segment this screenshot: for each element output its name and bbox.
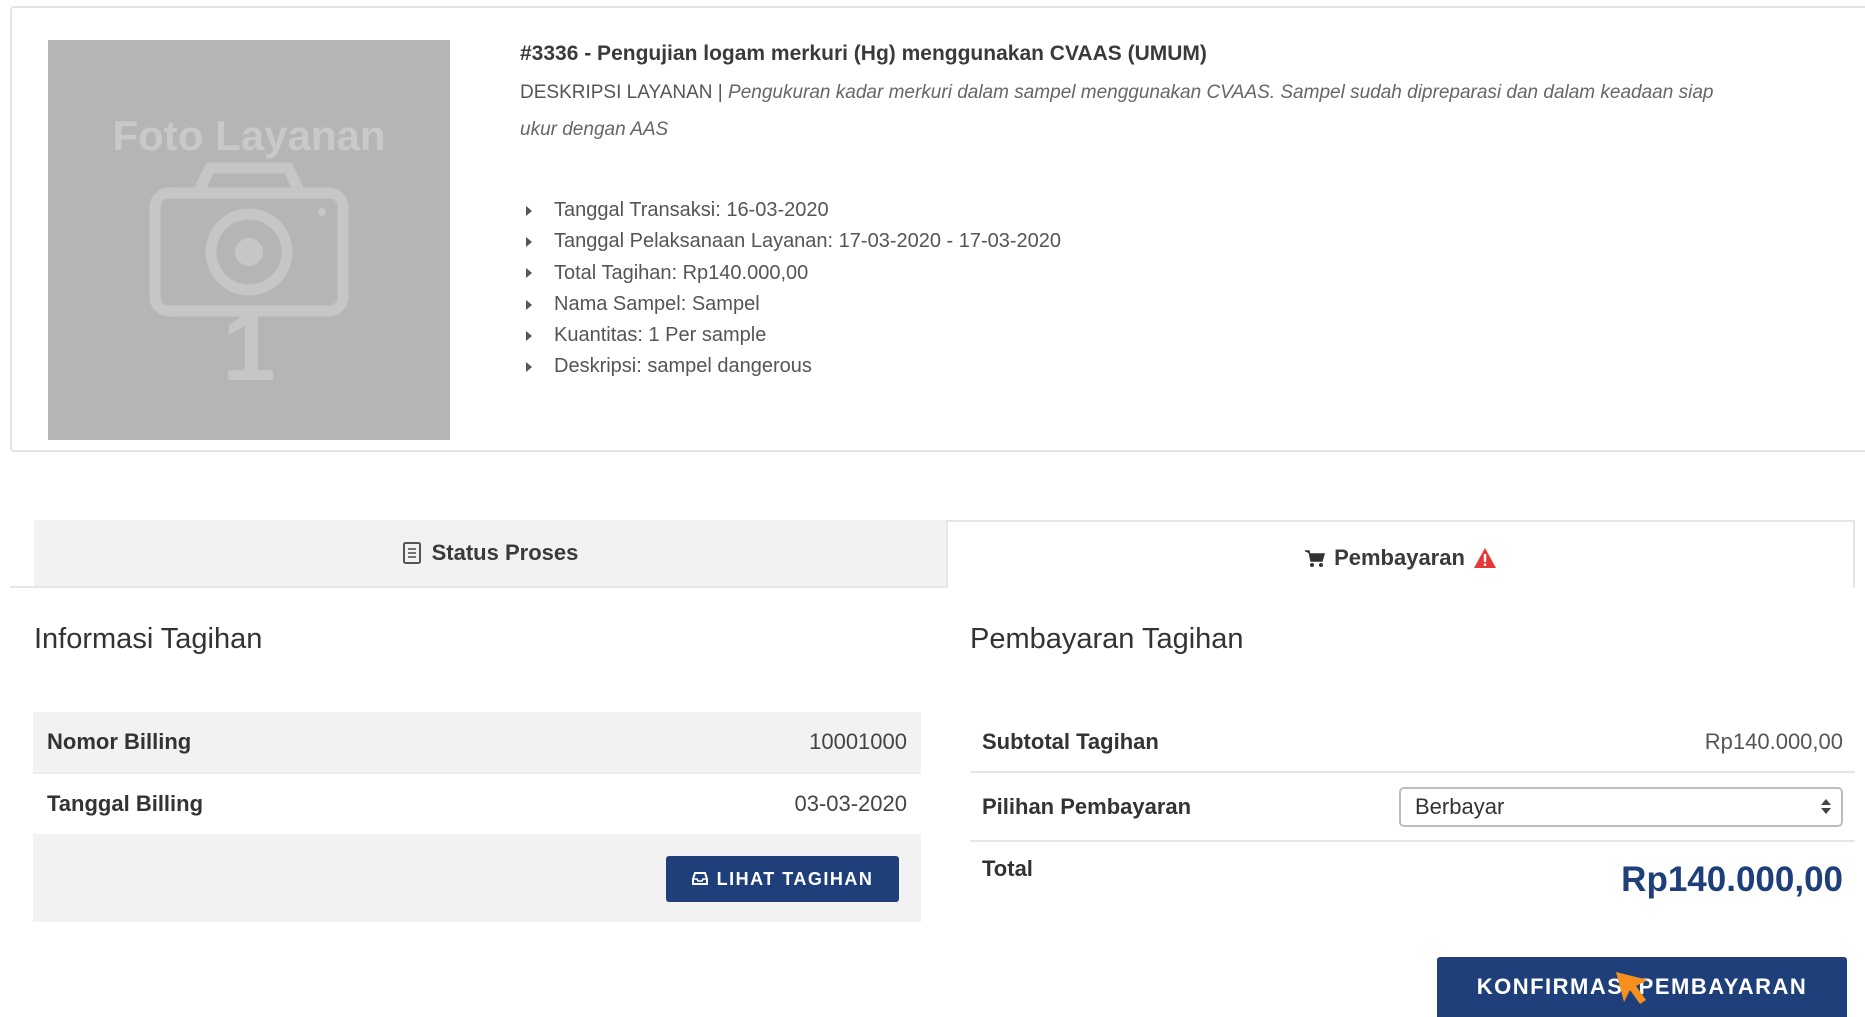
billing-action-row: LIHAT TAGIHAN: [33, 834, 921, 922]
payment-option-label: Pilihan Pembayaran: [982, 793, 1192, 819]
detail-text: Tanggal Pelaksanaan Layanan: 17-03-2020 …: [554, 230, 1062, 253]
tab-status-proses[interactable]: Status Proses: [34, 520, 946, 588]
photo-placeholder-number: 1: [222, 294, 275, 401]
detail-text: Deskripsi: sampel dangerous: [554, 355, 812, 378]
cursor-arrow-icon: [1616, 972, 1648, 1004]
table-row: Subtotal Tagihan Rp140.000,00: [970, 712, 1855, 771]
tab-pembayaran[interactable]: Pembayaran: [946, 520, 1855, 588]
detail-text: Nama Sampel: Sampel: [554, 292, 760, 315]
document-icon: [402, 542, 421, 564]
billing-date-value: 03-03-2020: [794, 791, 907, 816]
payment-heading: Pembayaran Tagihan: [970, 623, 1244, 655]
total-value: Rp140.000,00: [1621, 860, 1843, 899]
view-invoice-label: LIHAT TAGIHAN: [716, 868, 874, 889]
service-details-list: Tanggal Transaksi: 16-03-2020 Tanggal Pe…: [526, 195, 1061, 383]
list-item: Tanggal Pelaksanaan Layanan: 17-03-2020 …: [526, 226, 1061, 257]
tab-bar: Status Proses Pembayaran: [10, 520, 1865, 588]
table-row: Nomor Billing 10001000: [33, 712, 921, 772]
caret-right-icon: [526, 362, 532, 373]
inbox-icon: [691, 872, 708, 885]
tab-pembayaran-label: Pembayaran: [1334, 545, 1465, 570]
view-invoice-button[interactable]: LIHAT TAGIHAN: [666, 856, 899, 902]
caret-right-icon: [526, 330, 532, 341]
subtotal-value: Rp140.000,00: [1704, 728, 1843, 754]
list-item: Nama Sampel: Sampel: [526, 289, 1061, 320]
list-item: Kuantitas: 1 Per sample: [526, 320, 1061, 351]
warning-icon: [1473, 548, 1496, 568]
table-row: Total Rp140.000,00: [970, 842, 1855, 918]
shopping-cart-icon: [1305, 550, 1326, 567]
service-title: #3336 - Pengujian logam merkuri (Hg) men…: [520, 42, 1207, 65]
subtotal-label: Subtotal Tagihan: [982, 728, 1159, 754]
service-description-prefix: DESKRIPSI LAYANAN |: [520, 82, 729, 103]
list-item: Total Tagihan: Rp140.000,00: [526, 258, 1061, 289]
billing-info-heading: Informasi Tagihan: [34, 623, 263, 655]
billing-info-table: Nomor Billing 10001000 Tanggal Billing 0…: [33, 712, 921, 922]
total-label: Total: [982, 856, 1033, 881]
detail-text: Total Tagihan: Rp140.000,00: [554, 261, 809, 284]
billing-number-value: 10001000: [809, 729, 907, 754]
billing-date-label: Tanggal Billing: [47, 791, 204, 816]
table-row: Pilihan Pembayaran Berbayar: [970, 773, 1855, 840]
table-row: Tanggal Billing 03-03-2020: [33, 774, 921, 834]
list-item: Deskripsi: sampel dangerous: [526, 351, 1061, 382]
payment-table: Subtotal Tagihan Rp140.000,00 Pilihan Pe…: [970, 712, 1855, 918]
detail-text: Kuantitas: 1 Per sample: [554, 324, 767, 347]
caret-right-icon: [526, 299, 532, 310]
service-card: Foto Layanan 1 #3336 - Pengujian logam m…: [10, 6, 1865, 452]
detail-text: Tanggal Transaksi: 16-03-2020: [554, 199, 829, 221]
camera-icon: 1: [149, 162, 349, 401]
service-photo-placeholder: Foto Layanan 1: [48, 40, 450, 440]
select-arrows-icon: [1821, 799, 1831, 814]
payment-option-select[interactable]: Berbayar: [1399, 786, 1843, 827]
caret-right-icon: [526, 205, 532, 216]
billing-number-label: Nomor Billing: [47, 729, 192, 754]
payment-option-value: Berbayar: [1415, 793, 1505, 819]
caret-right-icon: [526, 268, 532, 279]
service-description: DESKRIPSI LAYANAN | Pengukuran kadar mer…: [520, 74, 1720, 148]
caret-right-icon: [526, 236, 532, 247]
tab-status-label: Status Proses: [431, 540, 579, 565]
list-item: Tanggal Transaksi: 16-03-2020: [526, 195, 1061, 226]
tab-divider: [10, 586, 34, 588]
